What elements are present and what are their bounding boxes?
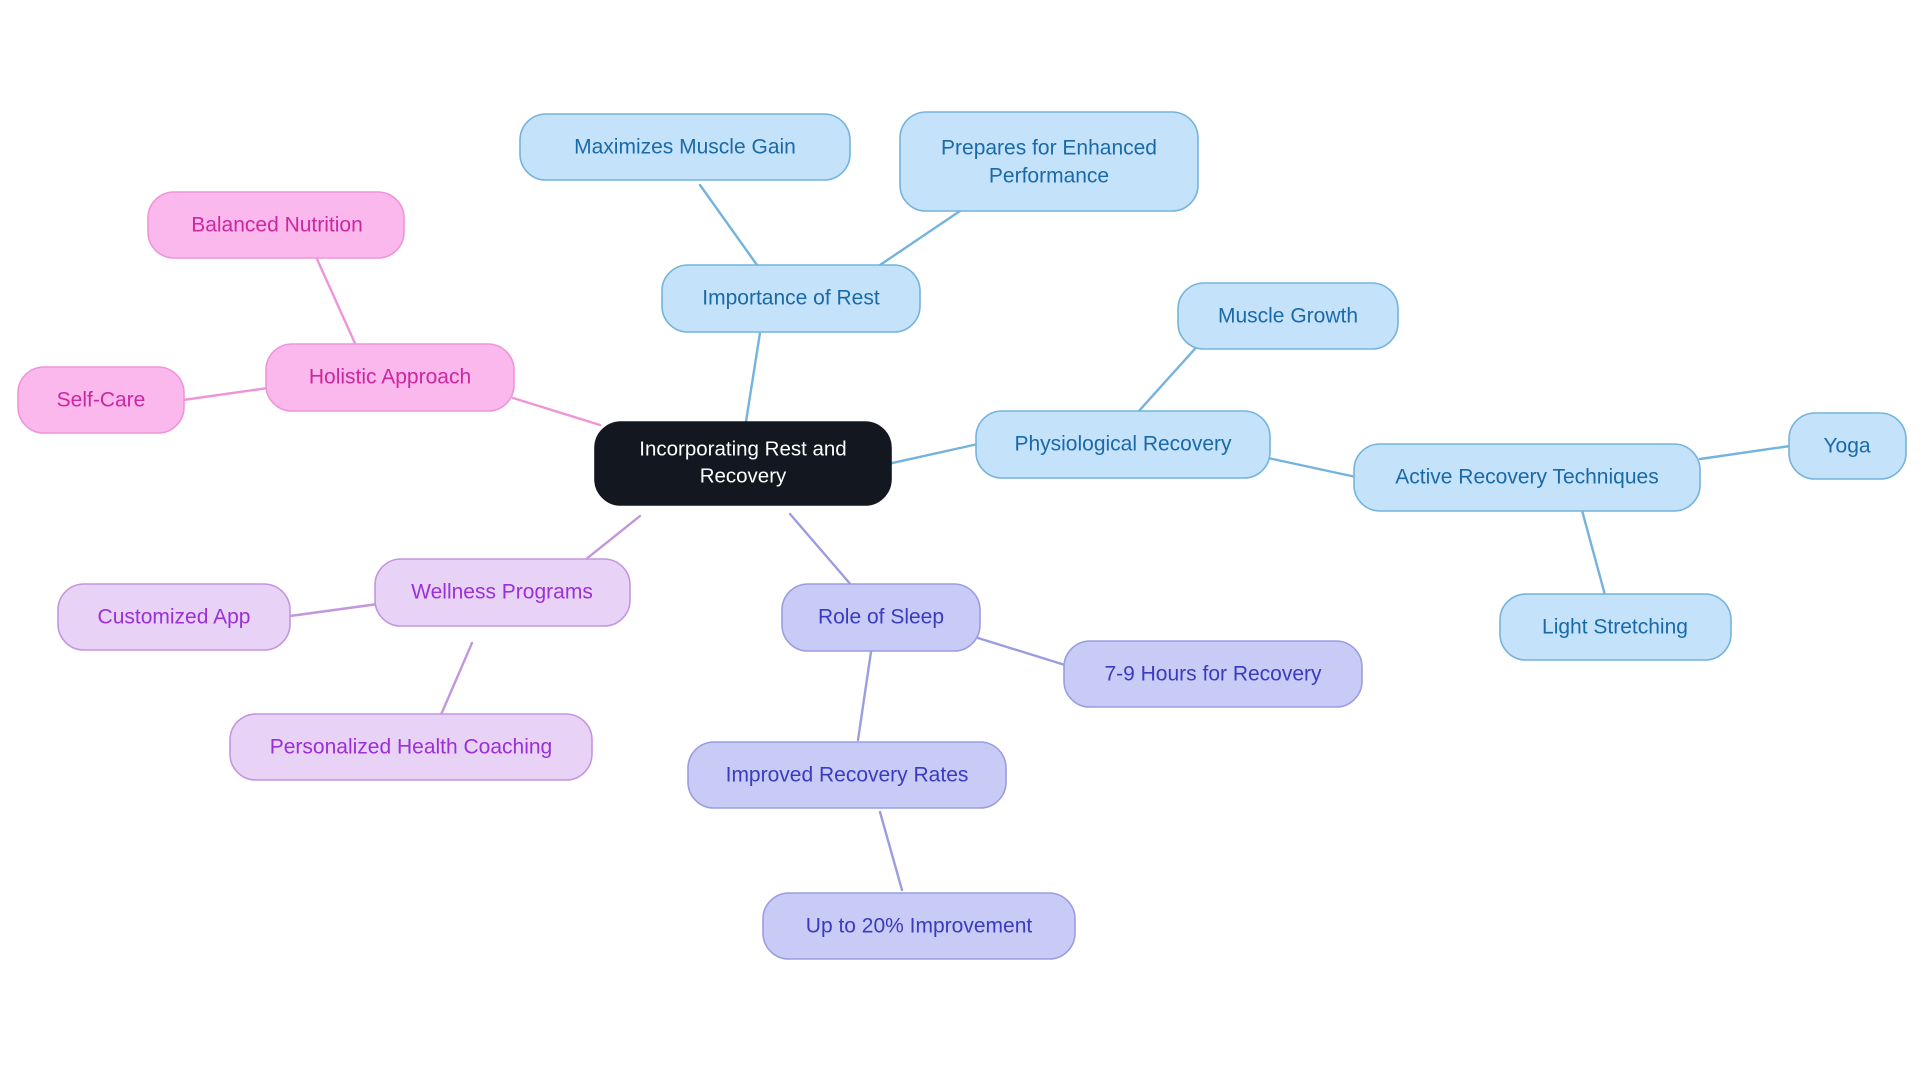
edge-wellness-to-personalized-health-coaching bbox=[438, 641, 474, 719]
edge-wellness-to-customized-app bbox=[288, 602, 380, 618]
node-holistic-approach[interactable]: Holistic Approach bbox=[265, 343, 515, 412]
node-active-recovery-techniques[interactable]: Active Recovery Techniques bbox=[1353, 443, 1701, 512]
node-wellness-programs[interactable]: Wellness Programs bbox=[374, 558, 631, 627]
node-muscle-growth-label: Muscle Growth bbox=[1218, 305, 1358, 328]
node-prepares-performance-label-line1: Prepares for Enhanced bbox=[941, 137, 1157, 160]
node-customized-app[interactable]: Customized App bbox=[57, 583, 291, 651]
edge-active-recovery-to-yoga bbox=[1698, 444, 1792, 461]
node-role-of-sleep[interactable]: Role of Sleep bbox=[781, 583, 981, 652]
edge-role-of-sleep-to-improved-recovery-rates bbox=[856, 643, 874, 742]
node-maximizes-muscle-gain[interactable]: Maximizes Muscle Gain bbox=[519, 113, 851, 181]
node-prepares-performance-label-line2: Performance bbox=[989, 165, 1109, 188]
node-layer: Incorporating Rest and Recovery Importan… bbox=[17, 111, 1907, 960]
node-active-recovery-techniques-label: Active Recovery Techniques bbox=[1395, 466, 1658, 489]
node-personalized-health-coaching[interactable]: Personalized Health Coaching bbox=[229, 713, 593, 781]
node-yoga-label: Yoga bbox=[1823, 435, 1870, 458]
node-balanced-nutrition-label: Balanced Nutrition bbox=[191, 214, 363, 237]
node-physiological-recovery-label: Physiological Recovery bbox=[1014, 433, 1232, 456]
node-importance-of-rest[interactable]: Importance of Rest bbox=[661, 264, 921, 333]
edge-root-to-importance-of-rest bbox=[743, 318, 764, 430]
node-light-stretching[interactable]: Light Stretching bbox=[1499, 593, 1732, 661]
edge-importance-to-prepares-performance bbox=[878, 209, 962, 267]
edge-importance-to-maximizes-muscle-gain bbox=[698, 183, 759, 267]
edge-holistic-to-self-care bbox=[181, 386, 270, 402]
edge-root-to-physiological-recovery bbox=[886, 442, 980, 466]
edge-role-of-sleep-to-hours-for-recovery bbox=[976, 636, 1067, 667]
node-improved-recovery-rates[interactable]: Improved Recovery Rates bbox=[687, 741, 1007, 809]
node-self-care[interactable]: Self-Care bbox=[17, 366, 185, 434]
edge-holistic-to-balanced-nutrition bbox=[315, 257, 360, 352]
node-incorporating-rest-and-recovery[interactable]: Incorporating Rest and Recovery bbox=[594, 421, 892, 506]
node-importance-of-rest-label: Importance of Rest bbox=[702, 287, 880, 310]
node-physiological-recovery[interactable]: Physiological Recovery bbox=[975, 410, 1271, 479]
node-up-to-20-improvement[interactable]: Up to 20% Improvement bbox=[762, 892, 1076, 960]
node-holistic-approach-label: Holistic Approach bbox=[309, 366, 471, 389]
mindmap-canvas: Incorporating Rest and Recovery Importan… bbox=[0, 0, 1920, 1083]
node-prepares-for-enhanced-performance-shape[interactable] bbox=[899, 111, 1199, 212]
node-wellness-programs-label: Wellness Programs bbox=[411, 581, 593, 604]
node-7-9-hours-for-recovery[interactable]: 7-9 Hours for Recovery bbox=[1063, 640, 1363, 708]
edge-improved-rates-to-up-to-20-improvement bbox=[878, 810, 904, 892]
edge-physiological-to-active-recovery bbox=[1266, 456, 1358, 479]
edge-physiological-to-muscle-growth bbox=[1136, 339, 1204, 414]
node-hours-for-recovery-label: 7-9 Hours for Recovery bbox=[1104, 663, 1322, 686]
node-root-label-line2: Recovery bbox=[700, 464, 787, 487]
node-maximizes-muscle-gain-label: Maximizes Muscle Gain bbox=[574, 136, 796, 159]
node-up-to-20-improvement-label: Up to 20% Improvement bbox=[806, 915, 1033, 938]
node-prepares-for-enhanced-performance[interactable]: Prepares for Enhanced Performance bbox=[899, 111, 1199, 212]
node-personalized-health-coaching-label: Personalized Health Coaching bbox=[270, 736, 553, 759]
node-light-stretching-label: Light Stretching bbox=[1542, 616, 1688, 639]
node-improved-recovery-rates-label: Improved Recovery Rates bbox=[726, 764, 969, 787]
edge-root-to-holistic-approach bbox=[511, 396, 602, 427]
node-muscle-growth[interactable]: Muscle Growth bbox=[1177, 282, 1399, 350]
edge-active-recovery-to-light-stretching bbox=[1578, 501, 1607, 597]
node-self-care-label: Self-Care bbox=[57, 389, 146, 412]
node-yoga[interactable]: Yoga bbox=[1788, 412, 1907, 480]
node-balanced-nutrition[interactable]: Balanced Nutrition bbox=[147, 191, 405, 259]
node-root-label-line1: Incorporating Rest and bbox=[639, 437, 846, 460]
node-customized-app-label: Customized App bbox=[98, 606, 251, 629]
node-role-of-sleep-label: Role of Sleep bbox=[818, 606, 944, 629]
edge-root-to-role-of-sleep bbox=[788, 512, 854, 588]
mindmap-diagram: Incorporating Rest and Recovery Importan… bbox=[17, 111, 1907, 960]
